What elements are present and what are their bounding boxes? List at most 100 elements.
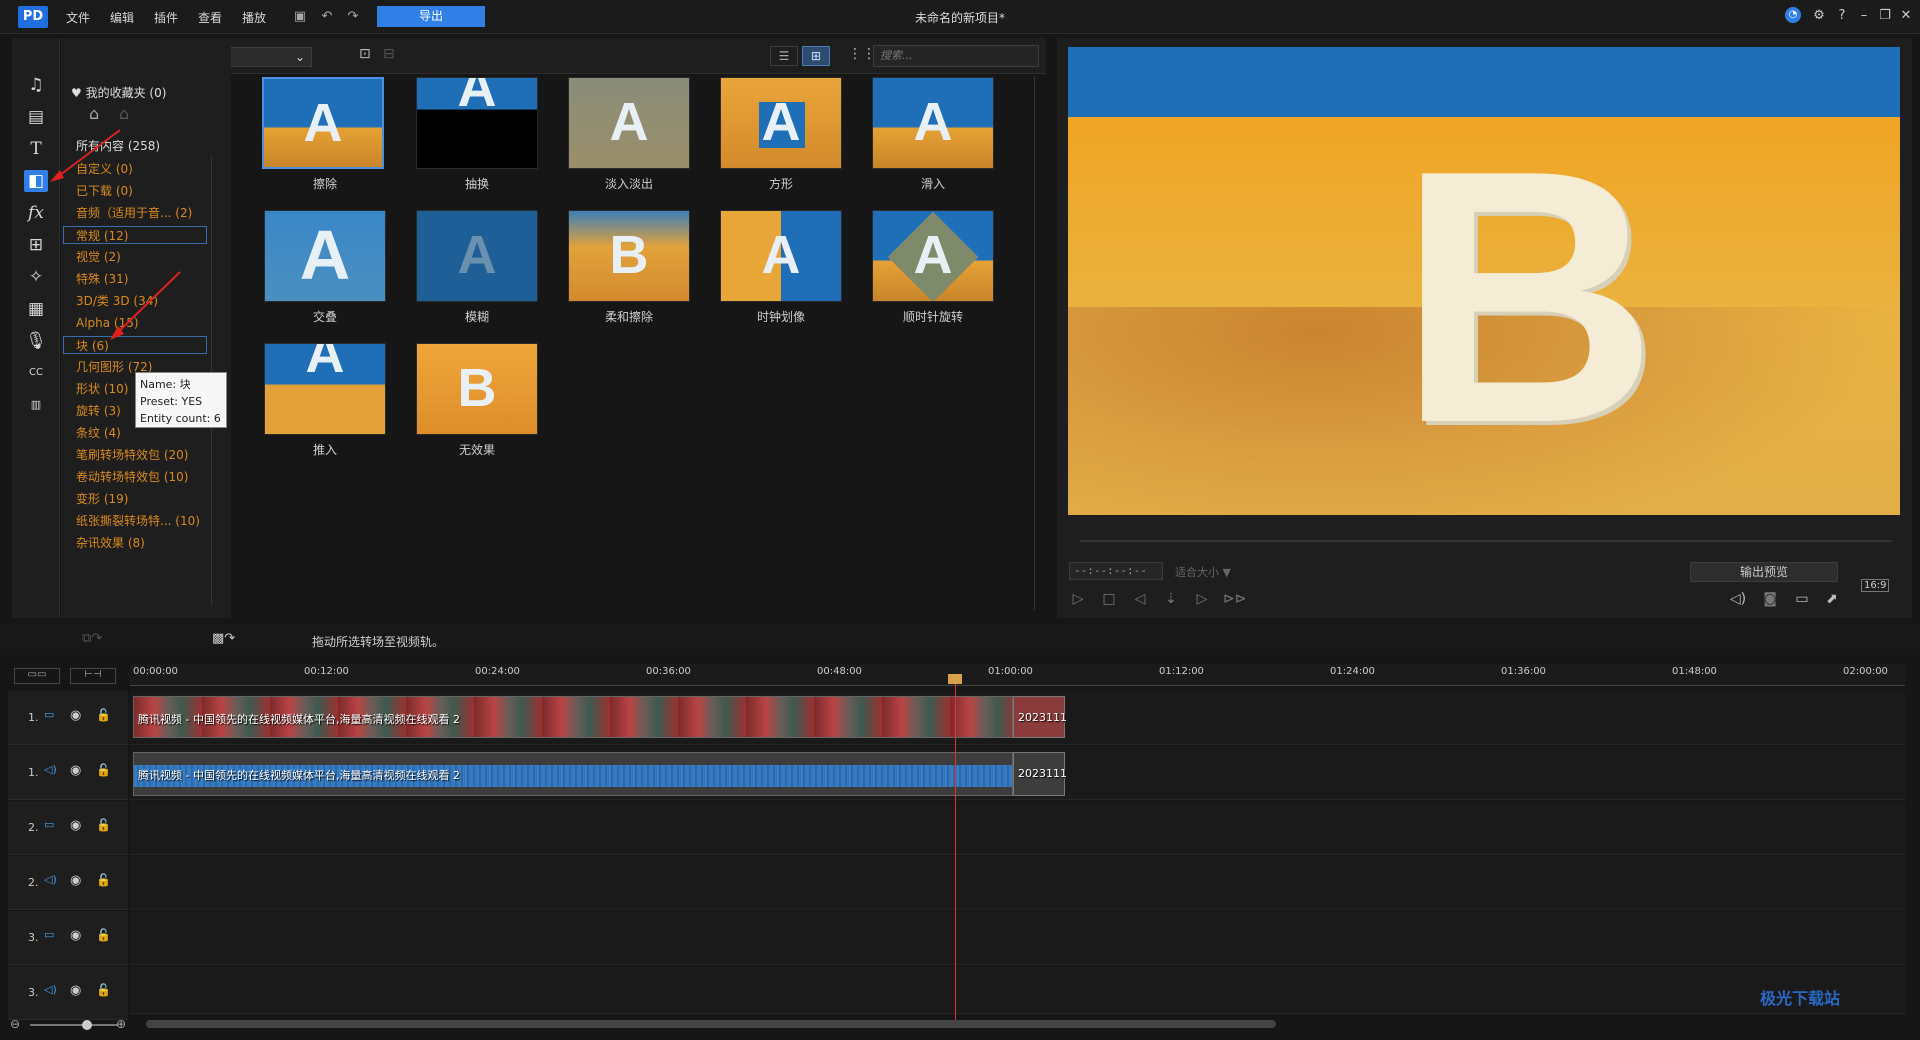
preview-timecode[interactable]: --:--:--:-- [1069,562,1163,580]
search-input[interactable]: 搜索... [873,45,1039,67]
lock-icon[interactable]: 🔓 [96,983,114,999]
menu-view[interactable]: 查看 [198,9,222,26]
play-icon[interactable]: ▷ [1068,589,1088,609]
zoom-in-icon[interactable]: ⊕ [116,1017,126,1031]
next-frame-icon[interactable]: ▷ [1192,589,1212,609]
zoom-slider-thumb[interactable] [82,1020,92,1030]
lock-icon[interactable]: 🔓 [96,708,114,724]
aspect-ratio[interactable]: 16:9 [1861,579,1890,592]
grid-scrollbar[interactable] [1034,76,1042,610]
lock-icon[interactable]: 🔓 [96,763,114,779]
chapter-icon[interactable]: ▥ [24,394,48,416]
chevron-down-icon: ⌄ [294,50,305,64]
menu-plugins[interactable]: 插件 [154,9,178,26]
close-icon[interactable]: ✕ [1897,7,1915,25]
transition-label: 柔和擦除 [604,310,653,324]
ruler-tick: 00:24:00 [475,666,520,677]
minimize-icon[interactable]: – [1855,7,1873,25]
transition-thumb[interactable]: A [264,210,386,302]
restore-icon[interactable]: ❐ [1876,7,1894,25]
track-video-3[interactable] [130,911,1905,965]
subtitle-toggle-icon[interactable]: ▭ [1792,589,1812,609]
category-noise[interactable]: 杂讯效果 (8) [76,534,145,552]
timeline-hint: 拖动所选转场至视频轨。 [312,635,445,649]
track-manager-button[interactable]: ▭▭ [14,668,60,684]
video-clip-2-label: 2023111 [1018,711,1067,724]
lock-icon[interactable]: 🔓 [96,818,114,834]
grid-view-button[interactable]: ⊞ [802,46,830,66]
redo-icon[interactable]: ↷ [344,9,362,25]
transition-thumb[interactable]: A [720,77,842,169]
fit-dropdown[interactable]: 适合大小 ▼ [1175,564,1231,580]
stop-icon[interactable]: □ [1099,589,1119,609]
transition-thumb[interactable]: A [872,77,994,169]
timeline-scrollbar[interactable] [146,1020,1276,1028]
menu-playback[interactable]: 播放 [242,9,266,26]
eye-icon[interactable]: ◉ [70,983,88,999]
category-stripe[interactable]: 条纹 (4) [76,424,121,442]
export-button[interactable]: 导出 [377,6,485,27]
playhead-handle[interactable] [948,674,962,684]
lock-icon[interactable]: 🔓 [96,928,114,944]
project-title: 未命名的新项目* [914,11,1005,25]
transition-thumb[interactable]: A [264,343,386,435]
video-clip-2[interactable]: 2023111 [1013,696,1067,738]
list-view-button[interactable]: ☰ [770,46,798,66]
category-rotate[interactable]: 旋转 (3) [76,402,121,420]
track-audio-3[interactable] [130,966,1905,1014]
transition-thumb[interactable]: A [416,210,538,302]
transition-thumb[interactable]: B [416,343,538,435]
fast-forward-icon[interactable]: ⊳⊳ [1223,589,1246,609]
snapshot-icon[interactable]: ◙ [1760,589,1780,609]
media-room-icon[interactable]: ♫ [24,74,48,96]
category-morph[interactable]: 变形 (19) [76,490,128,508]
eye-icon[interactable]: ◉ [70,873,88,889]
eye-icon[interactable]: ◉ [70,708,88,724]
output-preview-button[interactable]: 输出预览 [1690,562,1838,582]
volume-icon[interactable]: ◁) [1728,589,1748,609]
menu-file[interactable]: 文件 [66,9,90,26]
transition-thumb[interactable]: A [416,77,538,169]
prev-frame-icon[interactable]: ◁ [1130,589,1150,609]
notification-icon[interactable]: ◔ [1785,7,1801,23]
add-favorite-icon[interactable]: ⊡ [359,46,371,62]
transition-thumb[interactable]: A [568,77,690,169]
menu-edit[interactable]: 编辑 [110,9,134,26]
undo-icon[interactable]: ↶ [318,9,336,25]
timeline-ruler[interactable]: 00:00:00 00:12:00 00:24:00 00:36:00 00:4… [130,664,1905,686]
transition-thumb[interactable]: A [262,77,384,169]
eye-icon[interactable]: ◉ [70,763,88,779]
transition-thumb[interactable]: A [720,210,842,302]
audio-clip[interactable]: 腾讯视频 - 中国领先的在线视频媒体平台,海量高清视频在线观看 2 [133,752,1013,796]
timeline-toolbar: ⧉↷ ▩↷ [0,624,1920,654]
subtitle-icon[interactable]: CC [24,362,48,384]
favorites-item[interactable]: ♥ 我的收藏夹 (0) [71,84,166,101]
category-shape[interactable]: 形状 (10) [76,380,128,398]
save-icon[interactable]: ▣ [291,9,309,25]
track-audio-2[interactable] [130,856,1905,910]
thumbnail-size-icon[interactable]: ⋮⋮ [848,46,876,62]
transition-thumb[interactable]: A [872,210,994,302]
mark-icon[interactable]: ⇣ [1161,589,1181,609]
gear-icon[interactable]: ⚙ [1810,7,1828,25]
eye-icon[interactable]: ◉ [70,928,88,944]
apply-transition-icon[interactable]: ▩↷ [212,631,235,646]
video-clip[interactable]: 腾讯视频 - 中国领先的在线视频媒体平台,海量高清视频在线观看 2 [133,696,1013,738]
audio-clip-2[interactable]: 2023111 [1013,752,1067,796]
category-brush[interactable]: 笔刷转场特效包 (20) [76,446,188,464]
eye-icon[interactable]: ◉ [70,818,88,834]
category-paper-tear[interactable]: 纸张撕裂转场特... (10) [76,512,200,530]
lock-icon[interactable]: 🔓 [96,873,114,889]
transition-label: 淡入淡出 [604,177,653,191]
zoom-slider[interactable] [30,1024,118,1026]
preview-seekbar[interactable] [1080,540,1892,542]
zoom-out-icon[interactable]: ⊖ [10,1017,20,1031]
category-scroll[interactable]: 卷动转场特效包 (10) [76,468,188,486]
undock-icon[interactable]: ⬈ [1822,589,1842,609]
track-video-2[interactable] [130,801,1905,855]
help-icon[interactable]: ? [1833,7,1851,25]
fit-timeline-button[interactable]: ⊢⊣ [70,668,116,684]
transition-thumb[interactable]: B [568,210,690,302]
playhead[interactable] [955,676,956,1020]
watermark: 极光下载站 [1760,989,1841,1008]
